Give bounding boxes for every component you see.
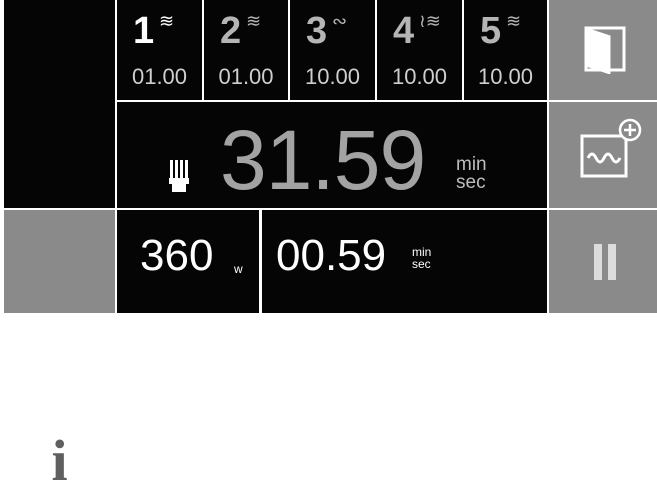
unit-sec: sec <box>456 172 486 193</box>
stage-time: 10.00 <box>477 64 534 89</box>
stage-number: 5 <box>480 10 502 52</box>
stage-time: 01.00 <box>218 64 274 89</box>
stage-time-unit: min sec <box>412 246 431 270</box>
wave-icon: ∾ <box>332 11 348 31</box>
stage-tile-1[interactable]: 1 ≋ 01.00 <box>117 0 202 100</box>
pause-icon <box>594 244 616 280</box>
waves-icon: ≋ <box>506 11 522 31</box>
info-icon: i <box>51 428 68 493</box>
total-time: 31.59 <box>220 113 426 207</box>
power-unit: w <box>234 262 243 276</box>
waves-icon: ≋ <box>159 11 175 31</box>
left-top-blank <box>4 0 115 208</box>
stage-tile-2[interactable]: 2 ≋ 01.00 <box>204 0 288 100</box>
stage-tile-4[interactable]: 4 ≀≋ 10.00 <box>377 0 462 100</box>
stage-number: 4 <box>393 10 415 52</box>
stage-number: 2 <box>220 10 242 52</box>
stage-time: 10.00 <box>304 64 361 89</box>
add-water-icon <box>580 118 642 178</box>
stage-time: 01.00 <box>131 64 188 89</box>
stage-number: 3 <box>306 10 328 52</box>
waves-icon: ≋ <box>246 11 262 31</box>
stage-number: 1 <box>133 10 155 52</box>
stage-tile-5[interactable]: 5 ≋ 10.00 <box>464 0 547 100</box>
oven-control-panel: i 1 ≋ 01.00 2 ≋ 01.00 3 ∾ 10.00 4 ≀≋ 10.00 5 ≋ 10.00 3… <box>0 0 657 490</box>
power-value: 360 <box>140 231 214 280</box>
door-icon <box>584 26 626 74</box>
stage-time-value: 00.59 <box>276 231 387 280</box>
info-button[interactable]: i <box>4 210 115 490</box>
total-time-unit: min sec <box>456 155 487 193</box>
combined-wave-icon: ≀≋ <box>419 11 441 31</box>
stage-tile-3[interactable]: 3 ∾ 10.00 <box>290 0 375 100</box>
comb-icon <box>169 160 189 192</box>
unit-sec: sec <box>412 257 431 271</box>
stage-time: 10.00 <box>391 64 448 89</box>
